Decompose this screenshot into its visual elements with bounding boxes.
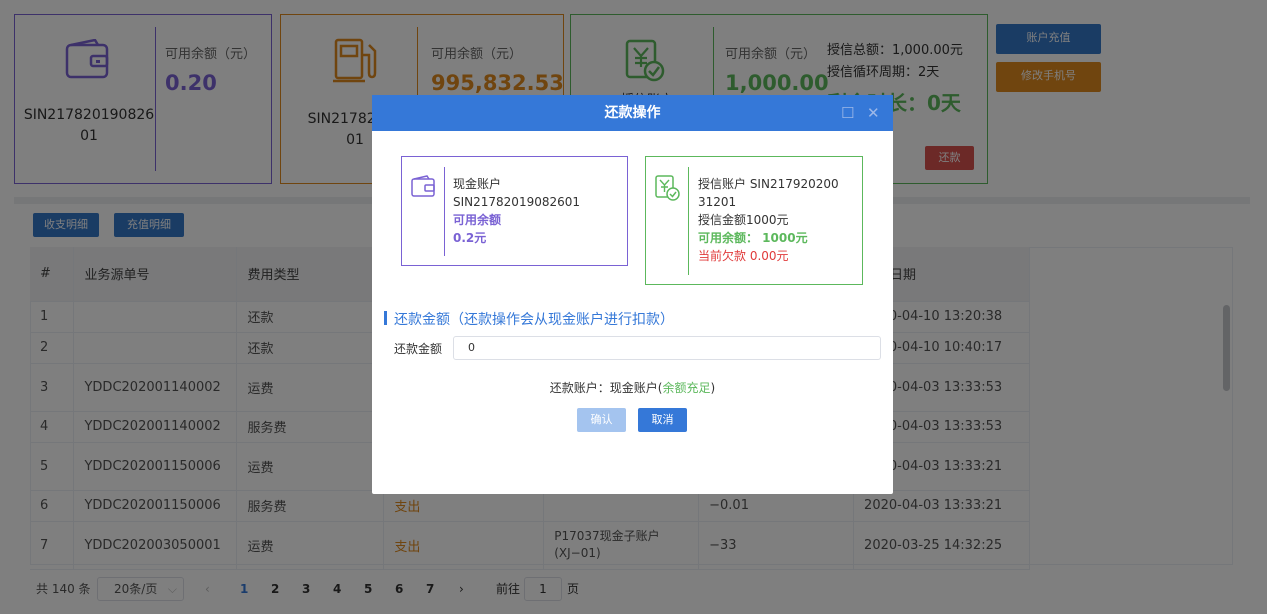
maximize-icon[interactable]: ☐ [841, 95, 854, 131]
confirm-button[interactable]: 确认 [577, 408, 626, 432]
wallet-icon [411, 175, 437, 201]
cancel-button[interactable]: 取消 [638, 408, 687, 432]
balance-status: 余额充足 [662, 381, 711, 395]
cash-account-name: 现金账户 [453, 177, 502, 191]
credit-debt: 当前欠款 0.00元 [698, 249, 789, 263]
repay-account-info: 还款账户：现金账户(余额充足) [549, 381, 716, 395]
yen-check-icon [655, 175, 681, 205]
repay-amount-label: 还款金额 [394, 342, 443, 356]
credit-account-id: 31201 [698, 195, 737, 209]
credit-available: 可用余额： 1000元 [698, 231, 808, 245]
section-title: 还款金额（还款操作会从现金账户进行扣款） [394, 312, 674, 328]
dialog-title: 还款操作 [604, 105, 661, 121]
close-icon[interactable]: ✕ [867, 95, 880, 131]
cash-balance-label: 可用余额 [453, 213, 502, 227]
cash-account-option[interactable]: 现金账户 SIN21782019082601 可用余额 0.2元 [401, 156, 628, 266]
credit-account-option[interactable]: 授信账户 SIN217920200 31201 授信金额1000元 可用余额： … [645, 156, 863, 285]
repay-amount-input[interactable]: 0 [453, 336, 881, 360]
cash-balance-value: 0.2元 [453, 231, 487, 245]
cash-account-id: SIN21782019082601 [453, 195, 581, 209]
repay-dialog: 还款操作 ☐ ✕ 现金账户 SIN21782019082601 可用余额 0.2… [372, 95, 893, 494]
credit-amount: 授信金额1000元 [698, 213, 789, 227]
credit-account-name: 授信账户 SIN217920200 [698, 177, 839, 191]
dialog-header: 还款操作 ☐ ✕ [372, 95, 893, 131]
section-marker [384, 311, 387, 325]
